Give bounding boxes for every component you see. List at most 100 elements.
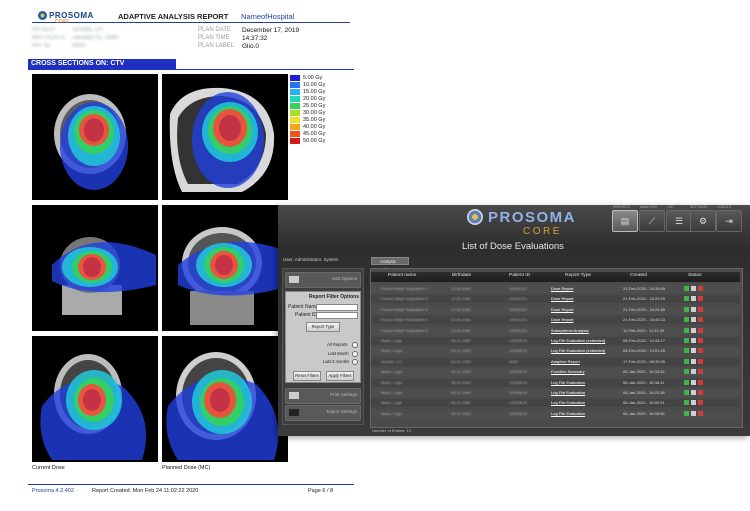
col-patient-id[interactable]: Patient ID	[509, 273, 530, 278]
status-chart-icon[interactable]	[684, 390, 689, 395]
status-chart-icon[interactable]	[684, 317, 689, 323]
status-pdf-icon[interactable]	[698, 286, 703, 291]
col-birthdate[interactable]: Birthdate	[452, 273, 471, 278]
table-row[interactable]: Mann, Legs 08.11.1960 12345678 Log File Eva…	[371, 409, 740, 418]
status-chart-icon[interactable]	[684, 379, 689, 385]
cell-birth: 12.06.1961	[451, 327, 472, 333]
cell-type[interactable]: Adaptive Report	[551, 359, 623, 364]
logout-button[interactable]: ⇥	[716, 210, 742, 232]
status-edit-icon[interactable]	[691, 296, 696, 302]
table-row[interactable]: Fname Mlast Testpatient 3 12.06.1961 10001…	[371, 305, 740, 314]
table-row[interactable]: Mann, Legs 08.11.1960 12345678 Log File Eva…	[371, 337, 740, 345]
status-chart-icon[interactable]	[684, 306, 689, 312]
status-edit-icon[interactable]	[691, 327, 696, 333]
status-chart-icon[interactable]	[684, 369, 689, 375]
table-row[interactable]: Mann, Legs 08.11.1960 12345678 Function Sum…	[371, 368, 740, 377]
cell-name: Fname Mlast Testpatient 5	[381, 327, 428, 333]
status-pdf-icon[interactable]	[698, 369, 703, 375]
table-row[interactable]: Mann, Legs 08.11.1960 12345678 Log File Eva…	[371, 399, 740, 408]
status-pdf-icon[interactable]	[698, 358, 703, 364]
status-chart-icon[interactable]	[684, 327, 689, 333]
plan-time-label: PLAN TIME	[198, 35, 230, 41]
radio-label-3months: Last 3 months	[323, 359, 350, 364]
status-edit-icon[interactable]	[691, 348, 696, 354]
table-row[interactable]: Schultz, LH 01.01.1960 0000 Adaptive Report…	[371, 357, 740, 366]
cell-type[interactable]: Function Summary	[551, 369, 623, 374]
table-row[interactable]: Fname Mlast Testpatient 5 12.06.1961 10001…	[371, 326, 740, 335]
list-button[interactable]: ☰	[666, 210, 692, 232]
cell-type[interactable]: Dose Report	[551, 307, 623, 312]
cell-type[interactable]: Log File Evaluation	[551, 380, 623, 385]
radio-last-3-months[interactable]	[352, 359, 358, 365]
status-edit-icon[interactable]	[691, 369, 696, 375]
status-edit-icon[interactable]	[691, 306, 696, 312]
reset-filters-button[interactable]: Reset Filters	[293, 371, 321, 381]
status-pdf-icon[interactable]	[698, 338, 703, 343]
cell-type[interactable]: Log File Evaluation	[551, 390, 623, 395]
cell-pid: 12345678	[509, 369, 527, 375]
status-chart-icon[interactable]	[684, 348, 689, 354]
cell-type[interactable]: Dose Report	[551, 286, 623, 291]
reports-button[interactable]: ▤	[612, 210, 638, 232]
cell-type[interactable]: Log File Evaluation (extended)	[551, 338, 623, 343]
print-settings-button[interactable]: Print Settings	[285, 388, 361, 404]
status-pdf-icon[interactable]	[698, 327, 703, 333]
sort-options-button[interactable]: Sort Options	[285, 272, 361, 288]
table-row[interactable]: Fname Mlast Testpatient 2 12.06.1961 10001…	[371, 295, 740, 304]
patient-label-2: BIRTHDATE	[32, 35, 66, 41]
status-edit-icon[interactable]	[691, 410, 696, 416]
status-pdf-icon[interactable]	[698, 317, 703, 323]
table-row[interactable]: Fname Mlast Testpatient 1 12.06.1961 10001…	[371, 285, 740, 293]
cell-type[interactable]: Subsystems Analysis	[551, 328, 623, 333]
table-row[interactable]: Mann, Legs 08.11.1960 12345678 Log File Eva…	[371, 347, 740, 356]
cell-birth: 08.11.1960	[451, 400, 471, 406]
table-row[interactable]: Fname Mlast Testpatient 4 12.06.1961 10001…	[371, 316, 740, 325]
col-report-type[interactable]: Report Type	[565, 273, 591, 278]
status-edit-icon[interactable]	[691, 317, 696, 323]
settings-button[interactable]: ⚙	[690, 210, 716, 232]
status-edit-icon[interactable]	[691, 379, 696, 385]
status-chart-icon[interactable]	[684, 410, 689, 416]
table-row[interactable]: Mann, Legs 08.11.1960 12345678 Log File Eva…	[371, 378, 740, 387]
status-pdf-icon[interactable]	[698, 379, 703, 385]
status-chart-icon[interactable]	[684, 400, 689, 406]
toolbar-caption-reports: REPORTS	[613, 205, 630, 209]
analysis-icon: ⟋	[648, 216, 656, 226]
radio-label-month: Last Month	[328, 351, 349, 356]
patient-name-input[interactable]	[316, 304, 358, 311]
patient-id-input[interactable]	[316, 312, 358, 319]
col-patient-name[interactable]: Patient name	[388, 273, 416, 278]
status-pdf-icon[interactable]	[698, 296, 703, 302]
table-row[interactable]: Mann, Legs 08.11.1960 12345678 Log File Eva…	[371, 389, 740, 397]
status-pdf-icon[interactable]	[698, 400, 703, 406]
radio-all-reports[interactable]	[352, 342, 358, 348]
export-settings-button[interactable]: Export Settings	[285, 405, 361, 421]
status-pdf-icon[interactable]	[698, 348, 703, 354]
tab-analysis-tables[interactable]: Analysis Tables	[371, 257, 409, 272]
table-header	[371, 272, 740, 282]
cell-type[interactable]: Dose Report	[551, 317, 623, 322]
status-edit-icon[interactable]	[691, 358, 696, 364]
status-edit-icon[interactable]	[691, 400, 696, 406]
status-edit-icon[interactable]	[691, 338, 696, 343]
status-pdf-icon[interactable]	[698, 306, 703, 312]
col-created[interactable]: Created	[630, 273, 647, 278]
status-pdf-icon[interactable]	[698, 410, 703, 416]
status-chart-icon[interactable]	[684, 286, 689, 291]
cell-type[interactable]: Log File Evaluation	[551, 400, 623, 405]
status-edit-icon[interactable]	[691, 286, 696, 291]
cell-type[interactable]: Log File Evaluation (extended)	[551, 348, 623, 353]
apply-filters-button[interactable]: Apply Filters	[326, 371, 354, 381]
col-status[interactable]: Status	[688, 273, 702, 278]
cell-type[interactable]: Dose Report	[551, 296, 623, 301]
status-pdf-icon[interactable]	[698, 390, 703, 395]
report-type-select[interactable]: Report Type	[306, 322, 340, 332]
ct-slice-current-axial	[32, 74, 158, 200]
status-chart-icon[interactable]	[684, 296, 689, 302]
analysis-button[interactable]: ⟋	[639, 210, 665, 232]
cell-type[interactable]: Log File Evaluation	[551, 411, 623, 416]
status-chart-icon[interactable]	[684, 358, 689, 364]
status-chart-icon[interactable]	[684, 338, 689, 343]
status-edit-icon[interactable]	[691, 390, 696, 395]
radio-last-month[interactable]	[352, 351, 358, 357]
